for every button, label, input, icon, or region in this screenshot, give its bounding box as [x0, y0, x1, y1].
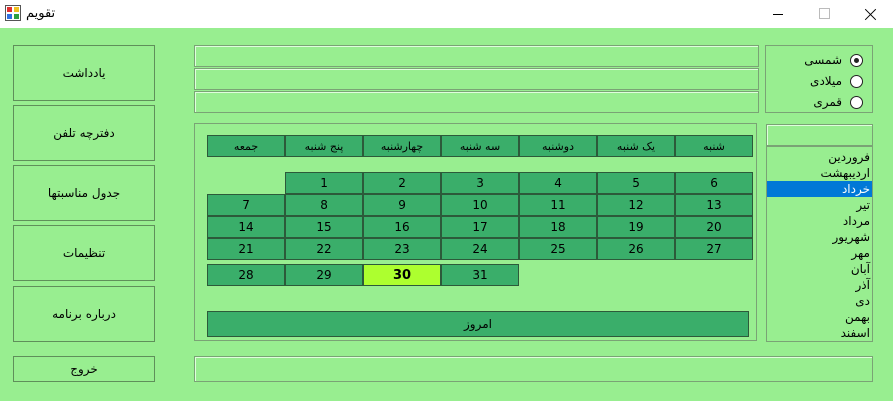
- calendar-type-group: شمسی میلادی قمری: [765, 45, 873, 113]
- phonebook-button[interactable]: دفترچه تلفن: [13, 105, 155, 161]
- day-cell[interactable]: 15: [285, 216, 363, 238]
- day-cell[interactable]: 24: [441, 238, 519, 260]
- month-list-item[interactable]: مرداد: [767, 213, 872, 229]
- day-cell[interactable]: 1: [285, 172, 363, 194]
- radio-ghamari-label: قمری: [813, 95, 842, 109]
- month-list-item[interactable]: فروردین: [767, 149, 872, 165]
- minimize-button[interactable]: [755, 0, 801, 28]
- date-field-3[interactable]: [194, 91, 759, 113]
- day-cell[interactable]: 21: [207, 238, 285, 260]
- year-field[interactable]: [766, 124, 873, 146]
- day-cell[interactable]: 3: [441, 172, 519, 194]
- month-list-item[interactable]: بهمن: [767, 309, 872, 325]
- weekday-header: دوشنبه: [519, 135, 597, 157]
- day-cell[interactable]: 23: [363, 238, 441, 260]
- month-list[interactable]: فروردین اردیبهشت خرداد تیر مرداد شهریور مهر آبا…: [766, 146, 873, 342]
- day-cell[interactable]: 22: [285, 238, 363, 260]
- day-cell[interactable]: 17: [441, 216, 519, 238]
- status-field[interactable]: [194, 356, 873, 382]
- app-icon: [5, 5, 21, 21]
- day-cell[interactable]: 9: [363, 194, 441, 216]
- day-cell[interactable]: 25: [519, 238, 597, 260]
- day-cell[interactable]: 11: [519, 194, 597, 216]
- month-list-item[interactable]: شهریور: [767, 229, 872, 245]
- maximize-button[interactable]: [801, 0, 847, 28]
- month-list-item[interactable]: مهر: [767, 245, 872, 261]
- day-cell[interactable]: 8: [285, 194, 363, 216]
- day-cell[interactable]: 31: [441, 264, 519, 286]
- day-cell[interactable]: 4: [519, 172, 597, 194]
- day-cell[interactable]: 29: [285, 264, 363, 286]
- month-list-item[interactable]: اردیبهشت: [767, 165, 872, 181]
- month-list-item[interactable]: اسفند: [767, 325, 872, 341]
- month-list-item[interactable]: دی: [767, 293, 872, 309]
- month-list-item[interactable]: تیر: [767, 197, 872, 213]
- day-cell[interactable]: 2: [363, 172, 441, 194]
- close-button[interactable]: [847, 0, 893, 28]
- day-cell[interactable]: 20: [675, 216, 753, 238]
- radio-shamsi[interactable]: [850, 53, 863, 67]
- radio-miladi[interactable]: [850, 74, 863, 88]
- day-cell[interactable]: 16: [363, 216, 441, 238]
- weekday-header: پنج شنبه: [285, 135, 363, 157]
- radio-ghamari[interactable]: [850, 95, 863, 109]
- day-cell[interactable]: 5: [597, 172, 675, 194]
- month-list-item[interactable]: آذر: [767, 277, 872, 293]
- day-cell[interactable]: 12: [597, 194, 675, 216]
- today-button[interactable]: امروز: [207, 311, 749, 337]
- weekday-header: یک شنبه: [597, 135, 675, 157]
- weekday-header: سه شنبه: [441, 135, 519, 157]
- radio-miladi-label: میلادی: [810, 74, 842, 88]
- events-table-button[interactable]: جدول مناسبتها: [13, 165, 155, 221]
- weekday-header: جمعه: [207, 135, 285, 157]
- date-field-2[interactable]: [194, 68, 759, 90]
- settings-button[interactable]: تنظیمات: [13, 225, 155, 281]
- about-button[interactable]: درباره برنامه: [13, 286, 155, 342]
- notes-button[interactable]: یادداشت: [13, 45, 155, 101]
- radio-miladi-row[interactable]: میلادی: [766, 72, 872, 90]
- day-cell[interactable]: 19: [597, 216, 675, 238]
- exit-button[interactable]: خروج: [13, 356, 155, 382]
- weekday-header: شنبه: [675, 135, 753, 157]
- weekday-header: چهارشنبه: [363, 135, 441, 157]
- date-field-1[interactable]: [194, 45, 759, 67]
- day-cell[interactable]: 27: [675, 238, 753, 260]
- day-cell[interactable]: 26: [597, 238, 675, 260]
- month-list-item[interactable]: آبان: [767, 261, 872, 277]
- radio-shamsi-row[interactable]: شمسی: [766, 51, 872, 69]
- day-cell-today[interactable]: 30: [363, 264, 441, 286]
- month-list-item[interactable]: خرداد: [767, 181, 872, 197]
- day-cell[interactable]: 14: [207, 216, 285, 238]
- window-title: تقویم: [26, 6, 56, 21]
- radio-shamsi-label: شمسی: [804, 53, 842, 67]
- day-cell[interactable]: 6: [675, 172, 753, 194]
- calendar-panel: شنبه یک شنبه دوشنبه سه شنبه چهارشنبه پنج شنبه…: [194, 123, 757, 341]
- title-bar: تقویم: [0, 0, 893, 28]
- day-cell[interactable]: 7: [207, 194, 285, 216]
- day-cell[interactable]: 13: [675, 194, 753, 216]
- day-cell[interactable]: 10: [441, 194, 519, 216]
- day-cell[interactable]: 28: [207, 264, 285, 286]
- radio-ghamari-row[interactable]: قمری: [766, 93, 872, 111]
- day-cell[interactable]: 18: [519, 216, 597, 238]
